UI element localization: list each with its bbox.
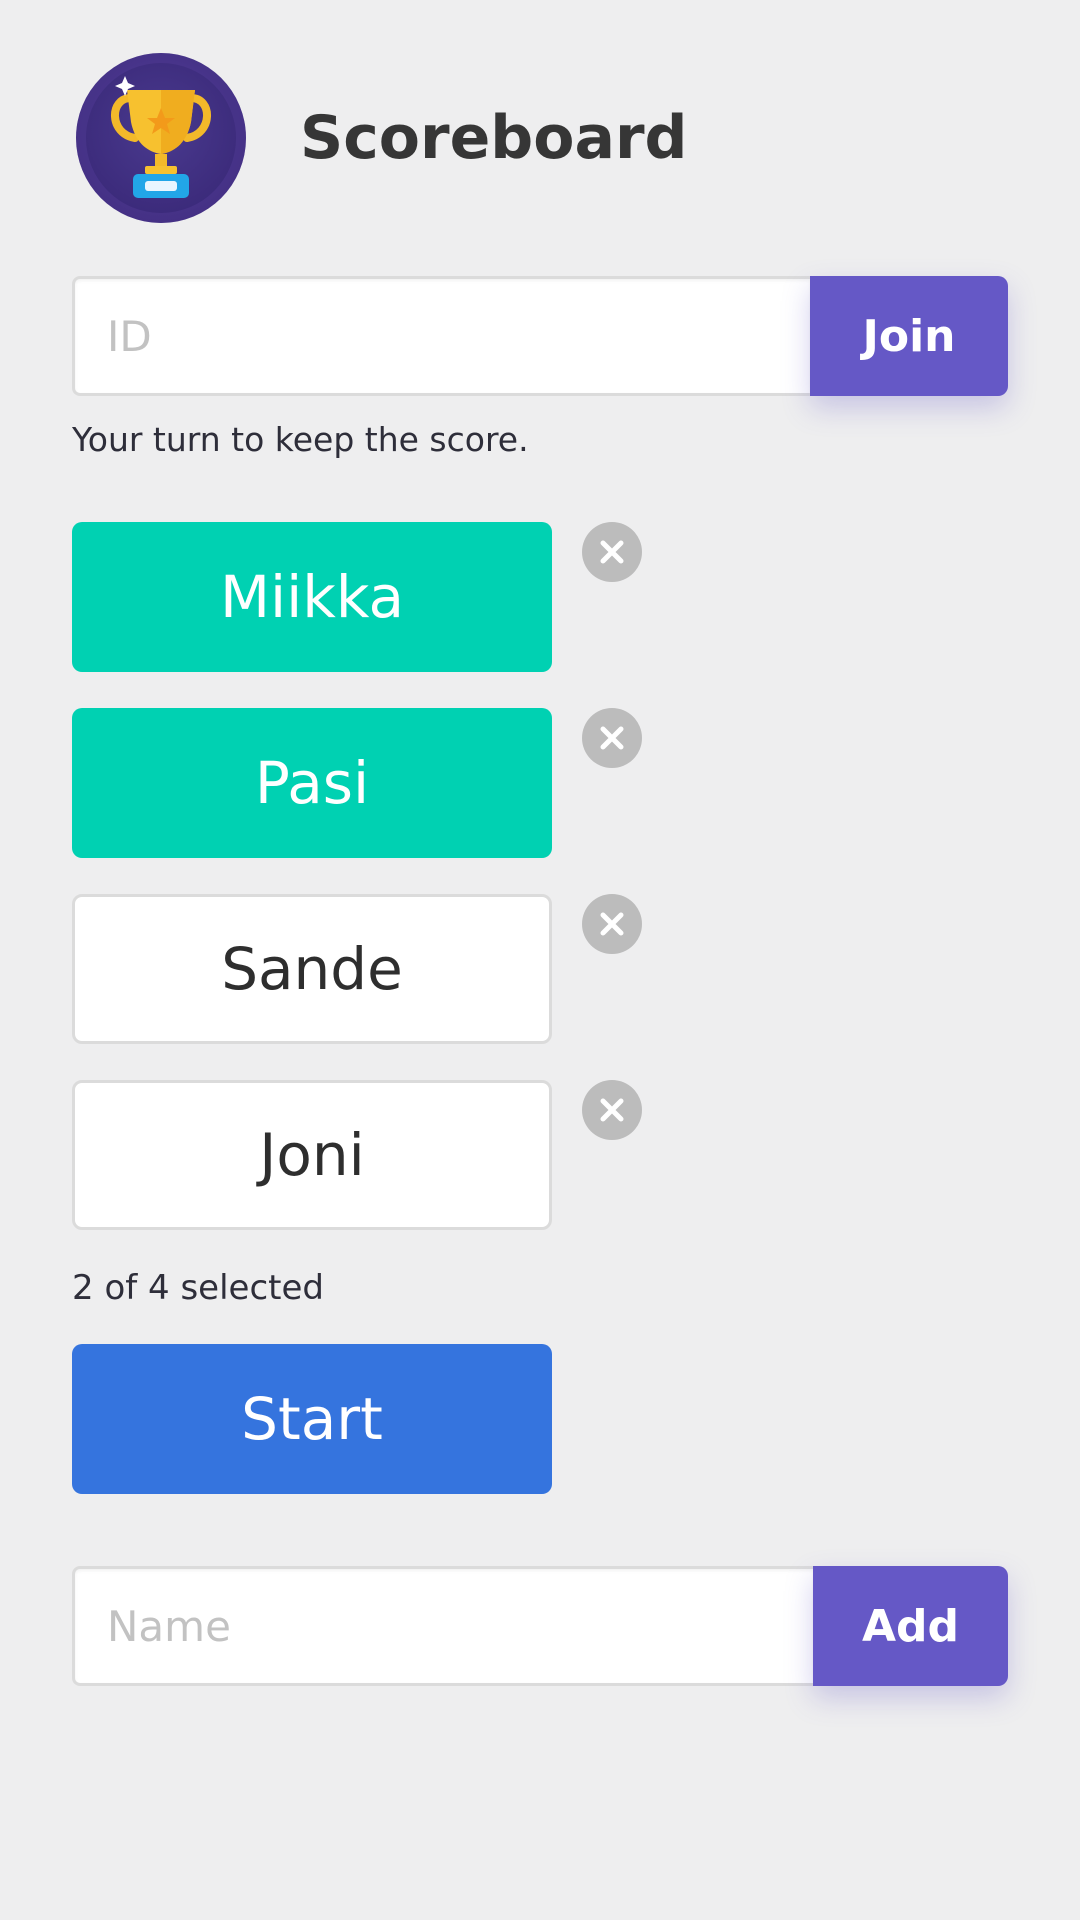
selection-count: 2 of 4 selected (72, 1268, 324, 1308)
close-icon (600, 912, 624, 936)
player-button[interactable]: Miikka (72, 522, 552, 672)
remove-player-button[interactable] (582, 894, 642, 954)
join-form: Join (72, 276, 1008, 396)
add-player-form: Add (72, 1566, 1008, 1686)
trophy-icon (76, 53, 246, 223)
name-input[interactable] (72, 1566, 813, 1686)
app-title: Scoreboard (300, 103, 688, 173)
remove-player-button[interactable] (582, 522, 642, 582)
header: Scoreboard (76, 52, 687, 224)
join-button[interactable]: Join (810, 276, 1008, 396)
remove-player-button[interactable] (582, 1080, 642, 1140)
add-button[interactable]: Add (813, 1566, 1008, 1686)
turn-help-text: Your turn to keep the score. (72, 420, 529, 459)
player-button[interactable]: Joni (72, 1080, 552, 1230)
start-button[interactable]: Start (72, 1344, 552, 1494)
player-button[interactable]: Sande (72, 894, 552, 1044)
close-icon (600, 540, 624, 564)
player-button[interactable]: Pasi (72, 708, 552, 858)
close-icon (600, 726, 624, 750)
scoreboard-page: Scoreboard Join Your turn to keep the sc… (0, 0, 1080, 1920)
close-icon (600, 1098, 624, 1122)
remove-player-button[interactable] (582, 708, 642, 768)
id-input[interactable] (72, 276, 810, 396)
